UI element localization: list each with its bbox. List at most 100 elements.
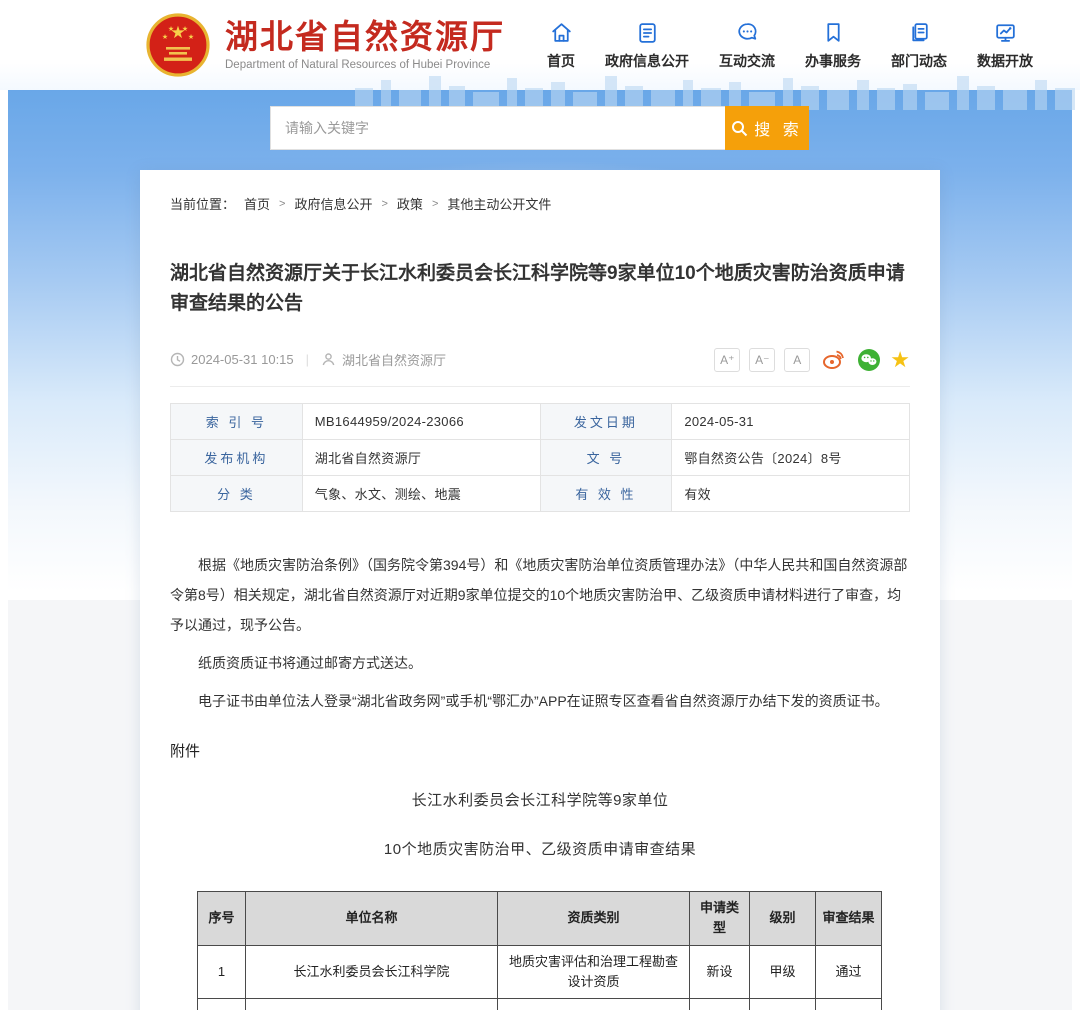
table-cell: 通过 [816, 945, 882, 998]
nav-item-data[interactable]: 数据开放 [977, 20, 1033, 71]
table-cell: 甲级 [750, 945, 816, 998]
font-increase-button[interactable]: A⁺ [714, 348, 740, 372]
site-brand[interactable]: ★ ★ ★ ★ ★ 湖北省自然资源厅 Department of Natural… [145, 12, 505, 78]
weibo-share-icon[interactable] [822, 348, 845, 371]
table-cell: 乙级 [750, 998, 816, 1010]
brand-text: 湖北省自然资源厅 Department of Natural Resources… [225, 19, 505, 71]
nav-item-service[interactable]: 办事服务 [805, 20, 861, 71]
body-paragraph: 电子证书由单位法人登录“湖北省政务网”或手机“鄂汇办”APP在证照专区查看省自然… [170, 686, 910, 716]
bookmark-icon [821, 20, 846, 46]
meta-divider: | [306, 352, 309, 367]
doc-meta-row: 索 引 号MB1644959/2024-23066发文日期2024-05-31 [171, 403, 910, 439]
breadcrumb-item[interactable]: 首页 [244, 194, 270, 213]
breadcrumb-item: 其他主动公开文件 [447, 194, 551, 213]
national-emblem-logo: ★ ★ ★ ★ ★ [145, 12, 211, 78]
table-header-cell: 单位名称 [246, 892, 498, 945]
table-row: 2武汉华中岩土工程有限责任公司地质灾害治理工程施工资质新设乙级通过 [198, 998, 882, 1010]
table-header-cell: 审查结果 [816, 892, 882, 945]
body-paragraph: 纸质资质证书将通过邮寄方式送达。 [170, 648, 910, 678]
table-cell: 地质灾害评估和治理工程勘查设计资质 [498, 945, 690, 998]
table-header-cell: 申请类型 [690, 892, 750, 945]
nav-item-interact[interactable]: 互动交流 [719, 20, 775, 71]
breadcrumb-item[interactable]: 政府信息公开 [294, 194, 372, 213]
doc-meta-label: 发文日期 [540, 403, 672, 439]
search-button[interactable]: 搜 索 [725, 106, 809, 150]
svg-text:★: ★ [162, 33, 168, 41]
article-source: 湖北省自然资源厅 [342, 350, 446, 369]
doc-meta-label: 索 引 号 [171, 403, 303, 439]
doc-meta-value: 2024-05-31 [672, 403, 910, 439]
table-header-cell: 序号 [198, 892, 246, 945]
document-metadata-table: 索 引 号MB1644959/2024-23066发文日期2024-05-31发… [170, 403, 910, 512]
favorite-star-icon[interactable]: ★ [890, 349, 910, 371]
table-cell: 长江水利委员会长江科学院 [246, 945, 498, 998]
site-subtitle: Department of Natural Resources of Hubei… [225, 59, 505, 71]
svg-text:★: ★ [182, 25, 188, 33]
search-bar: 搜 索 [270, 106, 809, 150]
table-cell: 新设 [690, 998, 750, 1010]
font-reset-button[interactable]: A [784, 348, 810, 372]
doc-meta-row: 分 类气象、水文、测绘、地震有 效 性有效 [171, 475, 910, 511]
table-cell: 地质灾害治理工程施工资质 [498, 998, 690, 1010]
breadcrumb-separator: > [381, 198, 387, 210]
table-cell: 新设 [690, 945, 750, 998]
chat-icon [735, 20, 760, 46]
site-header: ★ ★ ★ ★ ★ 湖北省自然资源厅 Department of Natural… [0, 0, 1080, 90]
data-screen-icon [993, 20, 1018, 46]
nav-item-label: 首页 [547, 51, 575, 71]
table-header-cell: 级别 [750, 892, 816, 945]
nav-item-info[interactable]: 政府信息公开 [605, 20, 689, 71]
article-title: 湖北省自然资源厅关于长江水利委员会长江科学院等9家单位10个地质灾害防治资质申请… [170, 259, 910, 320]
document-icon [635, 20, 660, 46]
nav-item-home[interactable]: 首页 [547, 20, 575, 71]
nav-item-label: 部门动态 [891, 51, 947, 71]
doc-meta-label: 发布机构 [171, 439, 303, 475]
table-cell: 2 [198, 998, 246, 1010]
wechat-share-icon[interactable] [857, 348, 881, 372]
article-body: 根据《地质灾害防治条例》（国务院令第394号）和《地质灾害防治单位资质管理办法》… [170, 550, 910, 716]
page: ★ ★ ★ ★ ★ 湖北省自然资源厅 Department of Natural… [0, 0, 1080, 1010]
nav-item-label: 政府信息公开 [605, 51, 689, 71]
doc-meta-value: 气象、水文、测绘、地震 [302, 475, 540, 511]
doc-meta-value: 有效 [672, 475, 910, 511]
search-input[interactable] [270, 106, 725, 150]
attachment-label: 附件 [170, 740, 910, 761]
clock-icon [170, 352, 185, 367]
main-nav: 首页 政府信息公开 互动交流办事服务 部门动态 数据开放 [547, 20, 1033, 71]
body-paragraph: 根据《地质灾害防治条例》（国务院令第394号）和《地质灾害防治单位资质管理办法》… [170, 550, 910, 640]
doc-meta-label: 分 类 [171, 475, 303, 511]
search-button-label: 搜 索 [754, 116, 802, 140]
doc-meta-label: 文 号 [540, 439, 672, 475]
review-results-table: 序号单位名称资质类别申请类型级别审查结果 1长江水利委员会长江科学院地质灾害评估… [197, 891, 882, 1010]
table-cell: 1 [198, 945, 246, 998]
source-icon [321, 352, 336, 367]
table-header-cell: 资质类别 [498, 892, 690, 945]
nav-item-label: 办事服务 [805, 51, 861, 71]
svg-text:★: ★ [168, 25, 174, 33]
article-tools: A⁺ A⁻ A [714, 348, 910, 372]
doc-meta-value: MB1644959/2024-23066 [302, 403, 540, 439]
breadcrumb-item[interactable]: 政策 [397, 194, 423, 213]
attachment-title-line2: 10个地质灾害防治甲、乙级资质申请审查结果 [170, 838, 910, 859]
table-cell: 通过 [816, 998, 882, 1010]
attachment-title-line1: 长江水利委员会长江科学院等9家单位 [170, 789, 910, 810]
breadcrumb: 当前位置： 首页>政府信息公开>政策>其他主动公开文件 [170, 170, 910, 213]
breadcrumb-separator: > [279, 198, 285, 210]
breadcrumb-separator: > [432, 198, 438, 210]
svg-text:★: ★ [188, 33, 194, 41]
nav-item-label: 数据开放 [977, 51, 1033, 71]
doc-meta-value: 鄂自然资公告〔2024〕8号 [672, 439, 910, 475]
pages-icon [907, 20, 932, 46]
content-card: 当前位置： 首页>政府信息公开>政策>其他主动公开文件 湖北省自然资源厅关于长江… [140, 170, 940, 1010]
publish-datetime: 2024-05-31 10:15 [191, 352, 294, 367]
table-cell: 武汉华中岩土工程有限责任公司 [246, 998, 498, 1010]
doc-meta-label: 有 效 性 [540, 475, 672, 511]
table-row: 1长江水利委员会长江科学院地质灾害评估和治理工程勘查设计资质新设甲级通过 [198, 945, 882, 998]
font-decrease-button[interactable]: A⁻ [749, 348, 775, 372]
search-icon [731, 120, 748, 137]
home-icon [549, 20, 574, 46]
nav-item-news[interactable]: 部门动态 [891, 20, 947, 71]
table-header-row: 序号单位名称资质类别申请类型级别审查结果 [198, 892, 882, 945]
site-title: 湖北省自然资源厅 [225, 19, 505, 55]
doc-meta-row: 发布机构湖北省自然资源厅文 号鄂自然资公告〔2024〕8号 [171, 439, 910, 475]
